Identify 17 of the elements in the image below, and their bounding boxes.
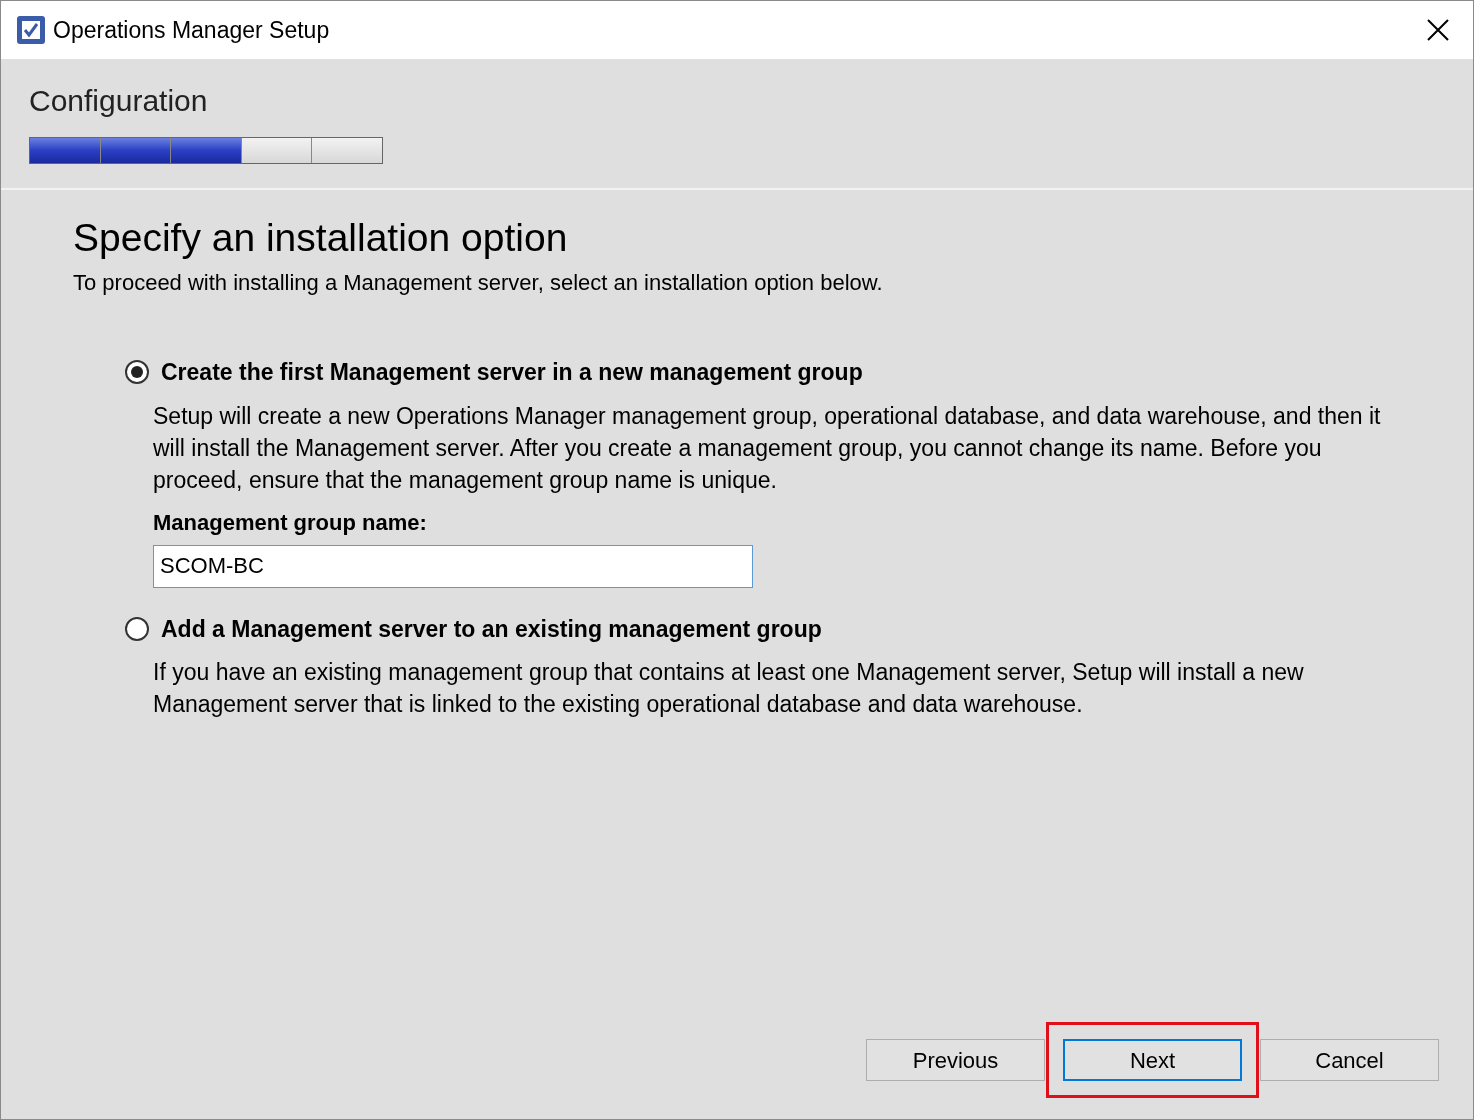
page-heading: Specify an installation option bbox=[73, 215, 569, 261]
option-description: Setup will create a new Operations Manager management group, operational database, and data warehouse, and then it will install the Management server. After you create a management group, you cannot change its name. Before you proceed, ensure that the management group name is unique. bbox=[153, 401, 1382, 495]
group-name-input[interactable]: SCOM-BC bbox=[153, 544, 753, 588]
option-label[interactable]: Create the first Management server in a new management group bbox=[161, 355, 863, 390]
option-description: If you have an existing management group that contains at least one Management server, Setup will install a new Management server that is linked to the existing operational database and data warehouse. bbox=[153, 658, 1305, 719]
option-label[interactable]: Add a Management server to an existing management group bbox=[161, 611, 822, 646]
window-title: Operations Manager Setup bbox=[53, 15, 330, 45]
wizard-button[interactable]: Next bbox=[1063, 1039, 1242, 1081]
radio-button[interactable] bbox=[125, 360, 149, 385]
field-label: Management group name: bbox=[153, 508, 428, 537]
section-title: Configuration bbox=[29, 83, 209, 119]
page-subtitle: To proceed with installing a Management server, select an installation option below. bbox=[73, 269, 884, 297]
radio-button[interactable] bbox=[125, 616, 149, 641]
close-icon[interactable] bbox=[1427, 19, 1449, 41]
app-icon bbox=[15, 14, 47, 46]
wizard-button[interactable]: Previous bbox=[866, 1039, 1045, 1081]
wizard-button[interactable]: Cancel bbox=[1260, 1039, 1439, 1081]
